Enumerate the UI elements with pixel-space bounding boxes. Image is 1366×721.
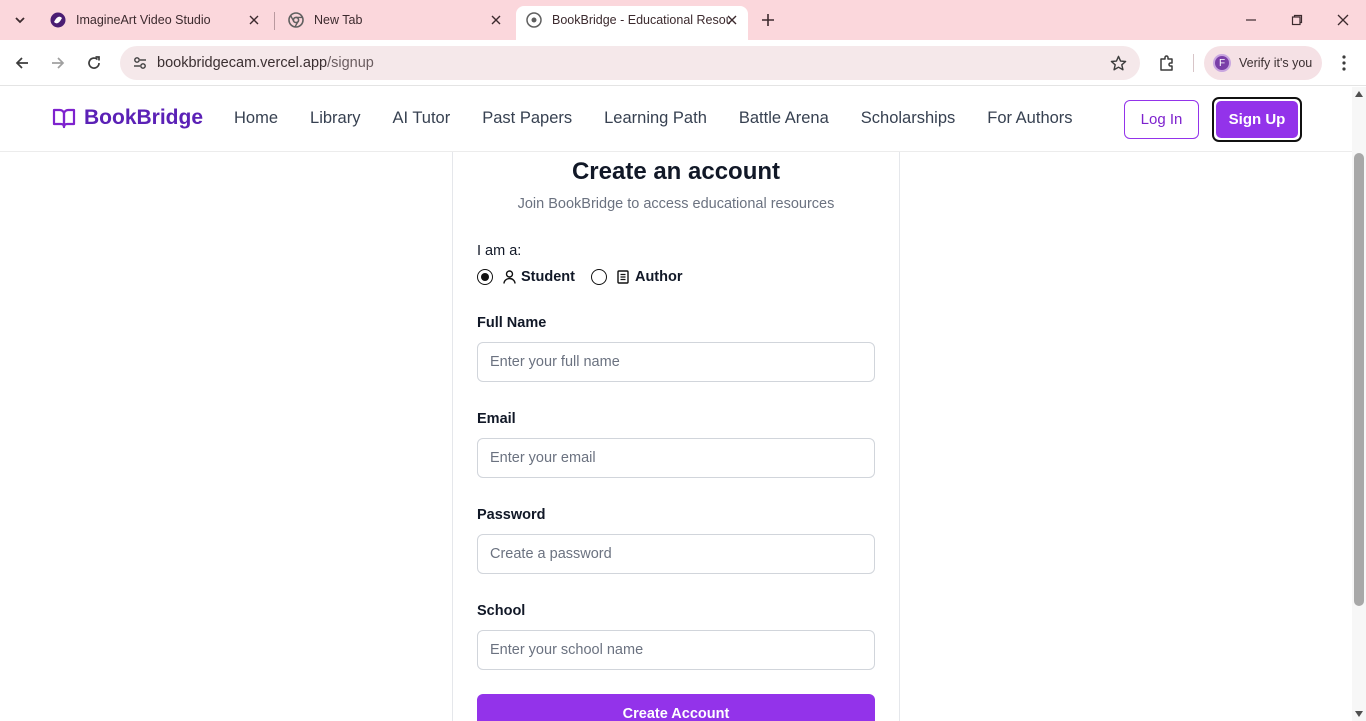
tab-title: BookBridge - Educational Resou xyxy=(552,13,730,27)
chrome-icon xyxy=(288,12,304,28)
imagineart-favicon-icon xyxy=(50,12,66,28)
full-name-input[interactable] xyxy=(477,342,875,382)
profile-label: Verify it's you xyxy=(1239,56,1313,70)
school-input[interactable] xyxy=(477,630,875,670)
extensions-button[interactable] xyxy=(1153,48,1181,78)
plus-icon xyxy=(762,14,774,26)
minimize-button[interactable] xyxy=(1237,6,1265,34)
email-label: Email xyxy=(477,411,516,427)
student-radio[interactable] xyxy=(477,269,493,285)
role-label: I am a: xyxy=(477,243,522,259)
browser-menu-button[interactable] xyxy=(1331,48,1357,78)
more-vertical-icon xyxy=(1342,55,1346,71)
nav-link-scholarships[interactable]: Scholarships xyxy=(861,109,955,128)
tab-separator xyxy=(274,12,275,30)
url-text: bookbridgecam.vercel.app/signup xyxy=(157,55,374,71)
tab-search-button[interactable] xyxy=(6,7,34,33)
new-tab-button[interactable] xyxy=(756,8,780,32)
close-icon[interactable] xyxy=(488,12,504,28)
profile-button[interactable]: F Verify it's you xyxy=(1204,46,1322,80)
login-button[interactable]: Log In xyxy=(1124,100,1199,139)
nav-link-past-papers[interactable]: Past Papers xyxy=(482,109,572,128)
create-account-button[interactable]: Create Account xyxy=(477,694,875,721)
site-header: BookBridge Home Library AI Tutor Past Pa… xyxy=(0,87,1352,152)
tab-new-tab[interactable]: New Tab xyxy=(278,6,512,34)
page-title: Create an account xyxy=(571,158,781,185)
page-viewport: BookBridge Home Library AI Tutor Past Pa… xyxy=(0,87,1352,721)
close-window-button[interactable] xyxy=(1329,6,1357,34)
chevron-down-icon xyxy=(15,17,25,24)
password-input[interactable] xyxy=(477,534,875,574)
password-label: Password xyxy=(477,507,546,523)
book-icon xyxy=(616,270,630,284)
nav-link-learning-path[interactable]: Learning Path xyxy=(604,109,707,128)
url-host: bookbridgecam.vercel.app xyxy=(157,55,328,71)
reload-icon xyxy=(88,56,100,69)
restore-button[interactable] xyxy=(1283,6,1311,34)
nav-link-ai-tutor[interactable]: AI Tutor xyxy=(392,109,450,128)
reload-button[interactable] xyxy=(79,48,109,78)
role-option-student[interactable]: Student xyxy=(477,269,575,285)
page-subtitle: Join BookBridge to access educational re… xyxy=(517,196,835,212)
book-open-icon xyxy=(52,108,76,129)
bookmark-star-icon[interactable] xyxy=(1108,53,1128,73)
signup-card: Create an account Join BookBridge to acc… xyxy=(452,152,900,721)
globe-icon xyxy=(526,12,542,28)
tab-title: New Tab xyxy=(314,13,363,27)
restore-icon xyxy=(1291,14,1303,26)
site-settings-icon[interactable] xyxy=(128,51,152,75)
nav-link-battle-arena[interactable]: Battle Arena xyxy=(739,109,829,128)
tab-imagineart[interactable]: ImagineArt Video Studio xyxy=(40,6,270,34)
role-option-label: Author xyxy=(634,269,683,285)
scroll-down-arrow-icon[interactable] xyxy=(1355,711,1363,717)
role-option-author[interactable]: Author xyxy=(590,269,683,285)
scroll-up-arrow-icon[interactable] xyxy=(1355,91,1363,97)
arrow-right-icon xyxy=(52,57,65,69)
nav-link-library[interactable]: Library xyxy=(310,109,360,128)
author-radio[interactable] xyxy=(590,269,607,285)
page-scrollbar[interactable] xyxy=(1352,87,1366,721)
forward-button[interactable] xyxy=(43,48,73,78)
role-option-label: Student xyxy=(521,269,575,285)
role-radio-group: Student Author xyxy=(477,269,698,285)
browser-toolbar: bookbridgecam.vercel.app/signup F Verify… xyxy=(0,40,1366,86)
close-icon xyxy=(1337,14,1349,26)
tab-bookbridge[interactable]: BookBridge - Educational Resou xyxy=(516,6,748,40)
close-icon[interactable] xyxy=(724,12,740,28)
tab-title: ImagineArt Video Studio xyxy=(76,13,211,27)
toolbar-separator xyxy=(1193,54,1194,72)
back-button[interactable] xyxy=(7,48,37,78)
url-path: /signup xyxy=(327,55,374,71)
signup-button[interactable]: Sign Up xyxy=(1212,97,1302,142)
puzzle-icon xyxy=(1160,55,1173,71)
browser-tab-strip: ImagineArt Video Studio New Tab BookBrid… xyxy=(0,0,1366,40)
nav-link-home[interactable]: Home xyxy=(234,109,278,128)
user-icon xyxy=(502,270,516,284)
close-icon[interactable] xyxy=(246,12,262,28)
brand-name: BookBridge xyxy=(84,106,204,129)
radio-selected-dot xyxy=(481,273,489,281)
nav-link-for-authors[interactable]: For Authors xyxy=(987,109,1072,128)
email-input[interactable] xyxy=(477,438,875,478)
brand-logo-link[interactable]: BookBridge xyxy=(52,106,203,130)
minimize-icon xyxy=(1246,19,1256,21)
address-bar[interactable]: bookbridgecam.vercel.app/signup xyxy=(120,46,1140,80)
avatar: F xyxy=(1213,54,1231,72)
signup-button-label: Sign Up xyxy=(1216,101,1298,138)
school-label: School xyxy=(477,603,526,619)
main-nav: Home Library AI Tutor Past Papers Learni… xyxy=(234,109,1105,128)
arrow-left-icon xyxy=(15,57,28,69)
full-name-label: Full Name xyxy=(477,315,547,331)
scrollbar-thumb[interactable] xyxy=(1354,153,1364,606)
